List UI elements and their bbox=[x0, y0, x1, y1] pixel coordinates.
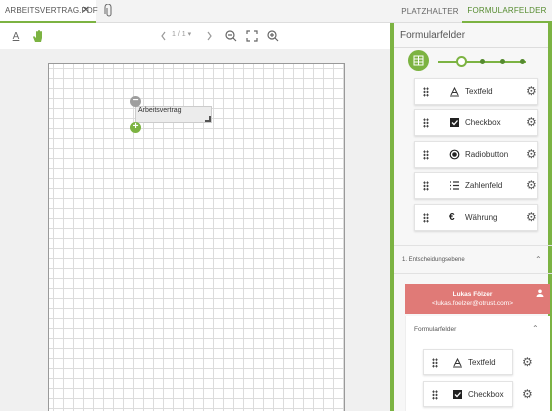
panel-title: Formularfelder bbox=[400, 30, 466, 41]
sub-section-title[interactable]: Formularfelder bbox=[414, 326, 456, 333]
drag-handle-icon[interactable] bbox=[423, 181, 429, 191]
field-item-label: Checkbox bbox=[465, 118, 501, 127]
chevron-right-icon[interactable] bbox=[202, 29, 216, 43]
gear-icon[interactable]: ⚙ bbox=[526, 85, 538, 97]
zoom-out-icon[interactable] bbox=[224, 29, 238, 43]
chevron-up-icon[interactable]: ⌃ bbox=[535, 255, 542, 264]
add-field-icon[interactable]: + bbox=[130, 122, 141, 133]
number-list-icon bbox=[450, 181, 459, 190]
form-fields-panel: Formularfelder Textfeld ⚙ Checkbox ⚙ Rad… bbox=[390, 23, 552, 411]
sub-form-fields: Formularfelder ⌃ Textfeld ⚙ Checkbox ⚙ bbox=[405, 316, 550, 411]
step-dot[interactable] bbox=[480, 59, 485, 64]
field-item-textfeld[interactable]: Textfeld bbox=[414, 78, 538, 105]
sub-field-item-textfeld[interactable]: Textfeld bbox=[423, 349, 513, 375]
zoom-in-icon[interactable] bbox=[266, 29, 280, 43]
drag-handle-icon[interactable] bbox=[432, 358, 438, 368]
gear-icon[interactable]: ⚙ bbox=[526, 211, 538, 223]
checkbox-icon bbox=[450, 118, 459, 127]
decision-level-title[interactable]: 1. Entscheidungsebene bbox=[402, 257, 465, 263]
document-toolbar: A 1 / 1 ▾ bbox=[0, 23, 390, 49]
text-field-icon bbox=[453, 357, 462, 368]
remove-field-icon[interactable]: − bbox=[130, 96, 141, 107]
user-icon[interactable] bbox=[536, 289, 544, 297]
section-divider bbox=[394, 273, 552, 274]
top-tab-bar: ARBEITSVERTRAG.PDF ✕ PLATZHALTER FORMULA… bbox=[0, 0, 552, 23]
file-tab[interactable]: ARBEITSVERTRAG.PDF ✕ bbox=[0, 0, 98, 23]
step-dot[interactable] bbox=[520, 59, 525, 64]
field-item-zahlenfeld[interactable]: Zahlenfeld bbox=[414, 172, 538, 199]
close-icon[interactable]: ✕ bbox=[82, 5, 90, 17]
field-item-label: Textfeld bbox=[468, 358, 496, 367]
field-item-radiobutton[interactable]: Radiobutton bbox=[414, 141, 538, 168]
panel-divider bbox=[394, 47, 552, 48]
text-field-icon bbox=[450, 86, 459, 97]
section-divider bbox=[394, 245, 552, 246]
gear-icon[interactable]: ⚙ bbox=[522, 388, 534, 400]
assignee-card[interactable]: Lukas Fölzer <lukas.foelzer@otrust.com> bbox=[405, 284, 550, 314]
resize-handle-icon[interactable] bbox=[205, 116, 211, 122]
field-item-label: Radiobutton bbox=[465, 150, 509, 159]
drag-handle-icon[interactable] bbox=[423, 118, 429, 128]
gear-icon[interactable]: ⚙ bbox=[526, 148, 538, 160]
field-item-label: Währung bbox=[465, 213, 498, 222]
assignee-name: Lukas Fölzer bbox=[452, 291, 493, 298]
assignee-email: <lukas.foelzer@otrust.com> bbox=[431, 300, 514, 307]
gear-icon[interactable]: ⚙ bbox=[526, 116, 538, 128]
chevron-left-icon[interactable] bbox=[157, 29, 171, 43]
gear-icon[interactable]: ⚙ bbox=[522, 356, 534, 368]
chevron-up-icon[interactable]: ⌃ bbox=[532, 324, 539, 333]
drag-handle-icon[interactable] bbox=[423, 150, 429, 160]
sub-field-item-checkbox[interactable]: Checkbox bbox=[423, 381, 513, 407]
gear-icon[interactable]: ⚙ bbox=[526, 179, 538, 191]
step-slider-knob[interactable] bbox=[456, 56, 467, 67]
document-area bbox=[0, 49, 390, 411]
paperclip-icon[interactable] bbox=[104, 4, 114, 18]
tab-formularfelder[interactable]: FORMULARFELDER bbox=[462, 0, 552, 23]
field-item-label: Textfeld bbox=[465, 87, 493, 96]
fit-screen-icon[interactable] bbox=[245, 29, 259, 43]
drag-handle-icon[interactable] bbox=[423, 87, 429, 97]
checkbox-icon bbox=[453, 390, 462, 399]
form-field-label: Arbeitsvertrag bbox=[138, 107, 182, 114]
field-item-label: Checkbox bbox=[468, 390, 504, 399]
drag-handle-icon[interactable] bbox=[432, 390, 438, 400]
field-item-label: Zahlenfeld bbox=[465, 181, 503, 190]
step-dot[interactable] bbox=[500, 59, 505, 64]
grid-view-icon[interactable] bbox=[408, 50, 429, 71]
page-indicator[interactable]: 1 / 1 ▾ bbox=[172, 30, 191, 38]
tab-platzhalter[interactable]: PLATZHALTER bbox=[400, 0, 460, 23]
drag-handle-icon[interactable] bbox=[423, 213, 429, 223]
text-tool-icon[interactable]: A bbox=[9, 29, 23, 43]
hand-tool-icon[interactable] bbox=[31, 29, 45, 43]
radio-icon bbox=[449, 149, 460, 160]
field-item-checkbox[interactable]: Checkbox bbox=[414, 109, 538, 136]
field-item-waehrung[interactable]: € Währung bbox=[414, 204, 538, 231]
euro-icon: € bbox=[449, 212, 455, 223]
